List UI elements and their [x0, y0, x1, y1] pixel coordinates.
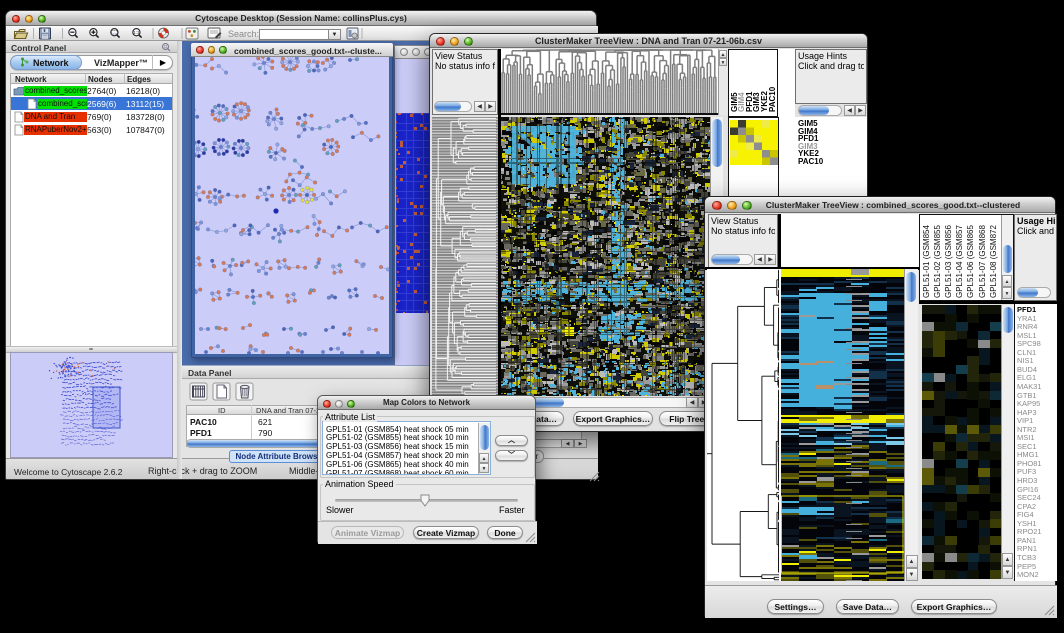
- svg-text:1:1: 1:1: [133, 30, 140, 35]
